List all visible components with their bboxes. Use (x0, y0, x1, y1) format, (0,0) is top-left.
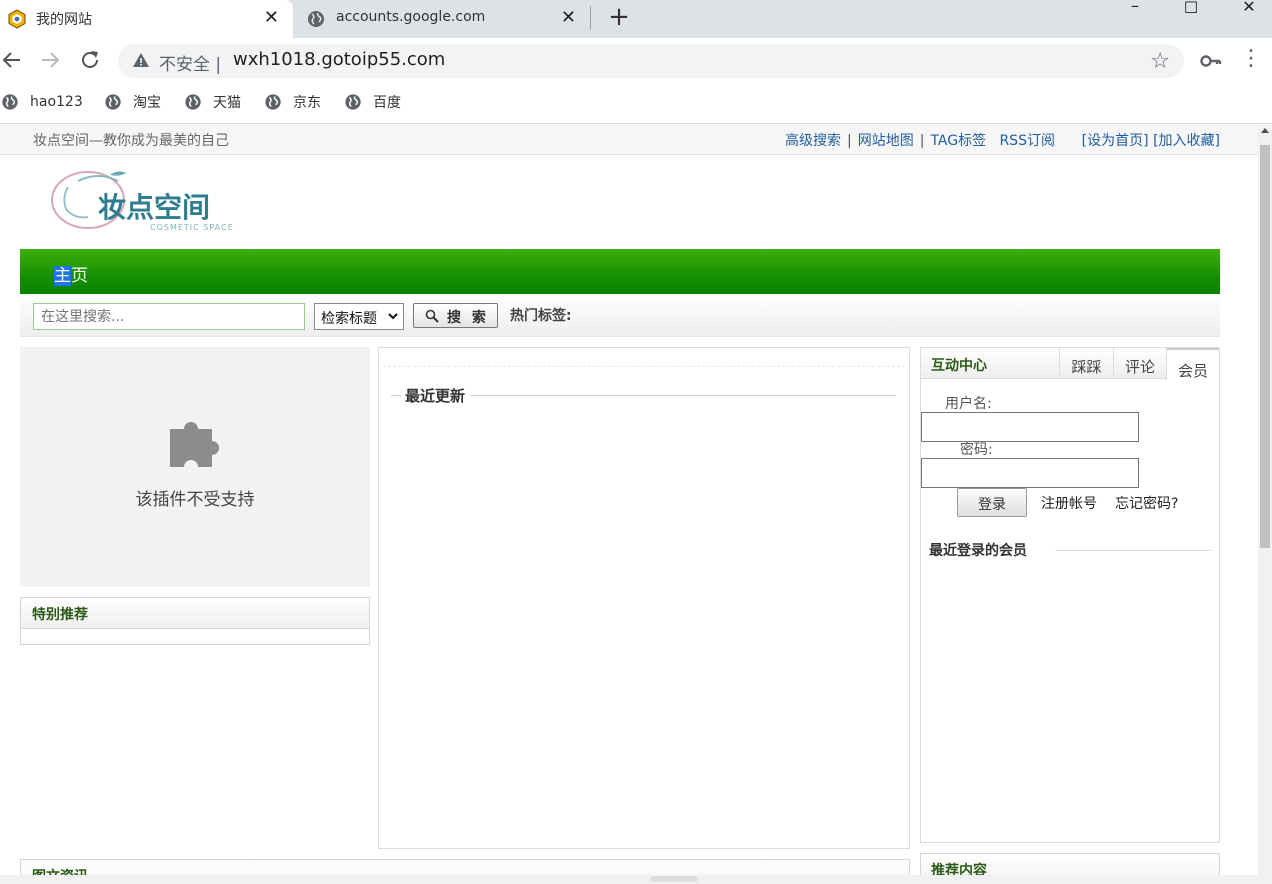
sitemap-link[interactable]: 网站地图 (858, 133, 914, 149)
page-viewport: 妆点空间—教你成为最美的自己 高级搜索 | 网站地图 | TAG标签 RSS订阅 [设为… (0, 125, 1258, 875)
tab-title: 我的网站 (36, 12, 92, 28)
search-button[interactable]: 搜 索 (413, 303, 498, 328)
search-type-select[interactable]: 检索标题 (314, 303, 404, 330)
scrollbar-thumb[interactable] (1260, 145, 1270, 548)
site-top-bar: 妆点空间—教你成为最美的自己 高级搜索 | 网站地图 | TAG标签 RSS订阅 [设为… (0, 125, 1258, 155)
scroll-up-icon[interactable] (1261, 128, 1269, 133)
site-logo[interactable]: 妆点空间 COSMETIC SPACE (48, 167, 280, 233)
tab-strip: 我的网站 ✕ accounts.google.com ✕ + – ☐ ✕ (0, 0, 1272, 38)
hot-tags-label: 热门标签: (510, 308, 572, 324)
password-input[interactable] (921, 458, 1139, 488)
tab-google-accounts[interactable]: accounts.google.com ✕ (294, 0, 590, 38)
tab-members[interactable]: 会员 (1166, 348, 1219, 380)
logo-main-text: 妆点空间 (98, 191, 210, 224)
bookmark-tmall[interactable]: 天猫 (184, 92, 241, 112)
interaction-center-panel: 互动中心 踩踩 评论 会员 用户名: 密码: 登录 注册帐号 忘记密码? 最近登… (920, 347, 1220, 843)
plugin-message: 该插件不受支持 (135, 490, 255, 510)
site-slogan: 妆点空间—教你成为最美的自己 (33, 133, 229, 149)
panel-title: 图文资讯 (32, 866, 88, 875)
tab-comments[interactable]: 评论 (1113, 348, 1166, 379)
panel-title: 互动中心 (931, 358, 987, 374)
nav-home[interactable]: 主页 (54, 261, 88, 286)
recommended-content-panel: 推荐内容 (920, 853, 1220, 875)
key-icon[interactable] (1199, 49, 1223, 73)
globe-icon (2, 94, 18, 110)
logo-sub-text: COSMETIC SPACE (150, 223, 234, 232)
hscrollbar-thumb[interactable] (650, 876, 698, 882)
username-input[interactable] (921, 412, 1139, 442)
news-panel: 图文资讯 (20, 859, 910, 875)
kebab-menu-icon[interactable]: ⋮ (1240, 48, 1262, 72)
set-home-link[interactable]: [设为首页] (1082, 133, 1149, 149)
bookmark-jd[interactable]: 京东 (264, 92, 321, 112)
url-text[interactable]: wxh1018.gotoip55.com (233, 49, 445, 70)
username-label: 用户名: (945, 396, 992, 412)
add-favorite-link[interactable]: [加入收藏] (1153, 133, 1220, 149)
minimize-icon[interactable]: – (1112, 0, 1158, 18)
bookmarks-bar: hao123 淘宝 天猫 京东 百度 (0, 84, 1272, 124)
search-bar: 检索标题 搜 索 热门标签: (20, 294, 1220, 337)
globe-icon (105, 94, 121, 110)
horizontal-scrollbar[interactable] (0, 875, 1272, 884)
bookmark-hao123[interactable]: hao123 (1, 92, 83, 112)
window-close-icon[interactable]: ✕ (1226, 0, 1272, 19)
rss-link[interactable]: RSS订阅 (999, 133, 1055, 149)
tag-link[interactable]: TAG标签 (930, 133, 986, 149)
new-tab-button[interactable]: + (606, 4, 632, 30)
chevron-down-icon (388, 313, 398, 320)
advanced-search-link[interactable]: 高级搜索 (785, 133, 841, 149)
bookmark-baidu[interactable]: 百度 (344, 92, 401, 112)
panel-title: 特别推荐 (32, 607, 88, 623)
panel-title: 推荐内容 (931, 863, 987, 875)
warning-icon (133, 53, 149, 67)
search-input[interactable] (33, 303, 305, 330)
maximize-icon[interactable]: ☐ (1168, 0, 1214, 20)
bookmark-star-icon[interactable]: ☆ (1150, 49, 1170, 74)
panel-title: 最近更新 (401, 385, 472, 406)
tab-close-icon[interactable]: ✕ (264, 8, 279, 28)
tab-close-icon[interactable]: ✕ (561, 8, 576, 28)
puzzle-piece-icon (170, 422, 219, 467)
bookmark-taobao[interactable]: 淘宝 (104, 92, 161, 112)
top-links: 高级搜索 | 网站地图 | TAG标签 RSS订阅 [设为首页] [加入收藏] (785, 133, 1220, 149)
globe-icon (345, 94, 361, 110)
recent-updates-panel: 最近更新 (378, 347, 910, 849)
tab-separator (590, 6, 591, 30)
search-icon (425, 309, 439, 323)
special-recommend-panel: 特别推荐 (20, 597, 370, 645)
main-nav: 主页 (20, 249, 1220, 294)
security-status[interactable]: 不安全 | (159, 50, 221, 75)
globe-icon (308, 11, 324, 27)
browser-toolbar: 不安全 | wxh1018.gotoip55.com ☆ ⋮ (0, 38, 1272, 84)
register-link[interactable]: 注册帐号 (1041, 493, 1097, 513)
tab-my-site[interactable]: 我的网站 ✕ (0, 0, 293, 38)
recent-members-title: 最近登录的会员 (929, 543, 1027, 559)
globe-icon (185, 94, 201, 110)
forgot-password-link[interactable]: 忘记密码? (1115, 493, 1178, 513)
vertical-scrollbar[interactable] (1258, 125, 1272, 875)
unsupported-plugin: 该插件不受支持 (20, 347, 370, 587)
tab-step[interactable]: 踩踩 (1059, 348, 1113, 379)
reload-icon[interactable] (78, 48, 102, 72)
globe-icon (265, 94, 281, 110)
back-arrow-icon[interactable] (0, 48, 24, 72)
address-bar[interactable]: 不安全 | wxh1018.gotoip55.com ☆ (118, 44, 1184, 78)
site-favicon-icon (8, 9, 26, 29)
password-label: 密码: (960, 442, 993, 458)
tab-title: accounts.google.com (336, 9, 486, 25)
forward-arrow-icon[interactable] (38, 48, 62, 72)
login-button[interactable]: 登录 (957, 488, 1027, 517)
